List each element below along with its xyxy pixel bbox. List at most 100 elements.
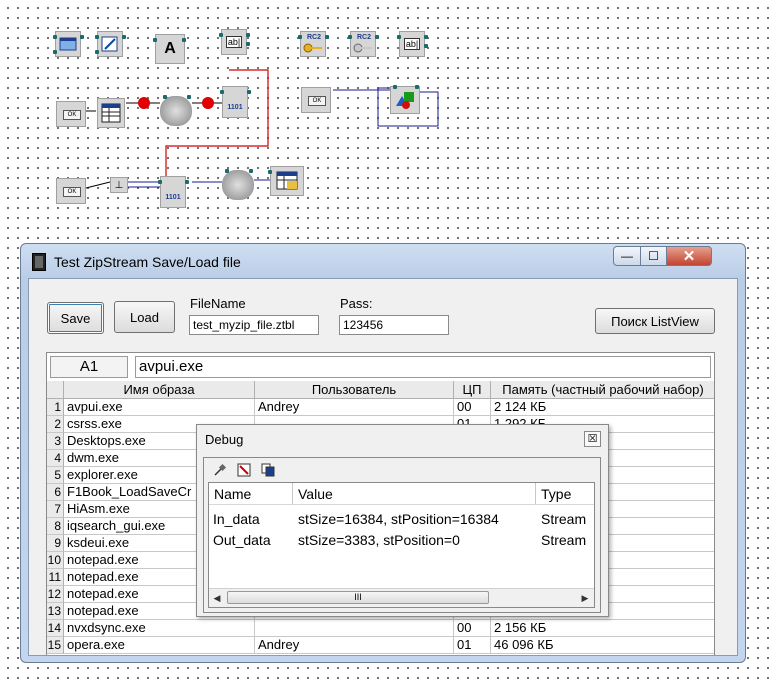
copy-icon[interactable] <box>260 463 276 477</box>
close-button[interactable]: ✕ <box>666 246 712 266</box>
cell-user[interactable]: Andrey <box>255 637 454 654</box>
row-number[interactable]: 7 <box>47 501 64 518</box>
cell-user[interactable]: Andrey <box>255 399 454 416</box>
red-point-2[interactable] <box>202 97 214 109</box>
table-row[interactable]: 15 opera.exe Andrey 01 46 096 КБ <box>47 637 714 654</box>
cell-name[interactable]: opera.exe <box>64 637 255 654</box>
table-row[interactable]: 14 nvxdsync.exe 00 2 156 КБ <box>47 620 714 637</box>
debug-col-name[interactable]: Name <box>209 483 293 505</box>
rc2-label: RC2 <box>306 34 321 41</box>
title-bar[interactable]: Test ZipStream Save/Load file — ☐ ✕ <box>21 244 745 276</box>
row-number[interactable]: 14 <box>47 620 64 637</box>
clear-icon[interactable] <box>236 463 252 477</box>
form-component[interactable] <box>53 31 84 57</box>
debug-close-button[interactable]: ☒ <box>584 431 601 447</box>
column-header-image[interactable]: Имя образа <box>64 381 255 399</box>
label-component[interactable]: A <box>153 34 186 64</box>
row-number[interactable]: 8 <box>47 518 64 535</box>
stringtable-component[interactable] <box>97 98 125 128</box>
debug-col-type[interactable]: Type <box>536 483 594 505</box>
cell-user[interactable] <box>255 620 454 637</box>
red-point[interactable] <box>138 97 150 109</box>
cell-mem[interactable]: 2 124 КБ <box>491 399 714 416</box>
save-button[interactable]: Save <box>47 302 104 334</box>
row-number[interactable]: 9 <box>47 535 64 552</box>
text-icon: A <box>164 40 176 57</box>
edit-component[interactable]: ab| <box>219 29 250 55</box>
debug-row-name[interactable]: Out_data <box>213 530 271 550</box>
row-number[interactable]: 11 <box>47 569 64 586</box>
cell-cpu[interactable]: 01 <box>454 637 491 654</box>
cell-name[interactable]: nvxdsync.exe <box>64 620 255 637</box>
pass-label: Pass: <box>340 296 373 311</box>
ok-button-component[interactable]: OK <box>56 101 86 127</box>
column-header-cpu[interactable]: ЦП <box>454 381 491 399</box>
load-button[interactable]: Load <box>114 301 175 333</box>
ok-label: OK <box>308 96 326 106</box>
scroll-left-icon[interactable]: ◀ <box>212 592 222 604</box>
scroll-right-icon[interactable]: ▶ <box>580 592 590 604</box>
table-folder-icon <box>276 171 298 190</box>
rc2-key-component[interactable]: RC2 <box>298 31 329 57</box>
pin-icon[interactable] <box>212 463 228 477</box>
hub-icon: ⊥ <box>114 179 124 191</box>
row-number[interactable]: 5 <box>47 467 64 484</box>
cell-cpu[interactable]: 00 <box>454 620 491 637</box>
row-number[interactable]: 2 <box>47 416 64 433</box>
horizontal-scrollbar[interactable]: ◀ III ▶ <box>209 588 594 607</box>
row-number[interactable]: 13 <box>47 603 64 620</box>
file-component-2[interactable]: 1101 <box>158 176 189 208</box>
filename-label: FileName <box>190 296 246 311</box>
debug-col-value[interactable]: Value <box>293 483 536 505</box>
table-row[interactable]: 1 avpui.exe Andrey 00 2 124 КБ <box>47 399 714 416</box>
file-label: 1101 <box>165 193 181 201</box>
shapes-component[interactable] <box>390 85 420 114</box>
key-icon <box>303 43 322 53</box>
file-component[interactable]: 1101 <box>220 86 251 118</box>
cell-cpu[interactable]: 00 <box>454 399 491 416</box>
zipstream-component[interactable] <box>160 95 192 126</box>
ok-button-component-3[interactable]: OK <box>56 178 86 204</box>
ok-label: OK <box>63 110 81 120</box>
filename-field[interactable]: test_myzip_file.ztbl <box>189 315 319 335</box>
app-icon <box>32 253 46 271</box>
scroll-thumb[interactable]: III <box>227 591 489 604</box>
column-header-memory[interactable]: Память (частный рабочий набор) <box>491 381 714 399</box>
row-number[interactable]: 10 <box>47 552 64 569</box>
debug-frame: Name Value Type In_data stSize=16384, st… <box>203 457 601 613</box>
hub-component[interactable]: ⊥ <box>110 177 128 193</box>
cell-name[interactable]: avpui.exe <box>64 399 255 416</box>
row-number[interactable]: 12 <box>47 586 64 603</box>
column-header-user[interactable]: Пользователь <box>255 381 454 399</box>
debug-window: Debug ☒ Name Value Type In_data stSize=1… <box>196 424 609 617</box>
edit-icon: ab| <box>225 36 243 48</box>
row-number[interactable]: 6 <box>47 484 64 501</box>
rc2-key-component-2[interactable]: RC2 <box>348 31 379 57</box>
window-title: Test ZipStream Save/Load file <box>54 254 241 270</box>
row-number[interactable]: 4 <box>47 450 64 467</box>
wire-ok2-to-t <box>85 181 111 189</box>
debug-listview[interactable]: Name Value Type In_data stSize=16384, st… <box>208 482 595 608</box>
debug-row-type: Stream <box>541 532 587 548</box>
ok-label: OK <box>63 187 81 197</box>
maximize-button[interactable]: ☐ <box>640 246 667 266</box>
stringtable-component-2[interactable] <box>268 166 304 196</box>
row-number[interactable]: 15 <box>47 637 64 654</box>
cell-mem[interactable]: 2 156 КБ <box>491 620 714 637</box>
search-listview-button[interactable]: Поиск ListView <box>595 308 715 334</box>
cell-mem[interactable]: 46 096 КБ <box>491 637 714 654</box>
formula-bar[interactable]: avpui.exe <box>135 356 711 378</box>
pass-field[interactable]: 123456 <box>339 315 449 335</box>
row-number[interactable]: 1 <box>47 399 64 416</box>
edit-icon: ab| <box>403 38 421 50</box>
memo-component[interactable] <box>95 31 126 57</box>
edit-component-2[interactable]: ab| <box>397 31 428 57</box>
key-icon <box>353 43 372 53</box>
debug-title: Debug <box>205 432 244 447</box>
minimize-button[interactable]: — <box>613 246 641 266</box>
cell-reference[interactable]: A1 <box>50 356 128 378</box>
zipstream-component-2[interactable] <box>222 169 254 200</box>
debug-row-name[interactable]: In_data <box>213 509 260 529</box>
row-number[interactable]: 3 <box>47 433 64 450</box>
ok-button-component-2[interactable]: OK <box>301 87 331 113</box>
